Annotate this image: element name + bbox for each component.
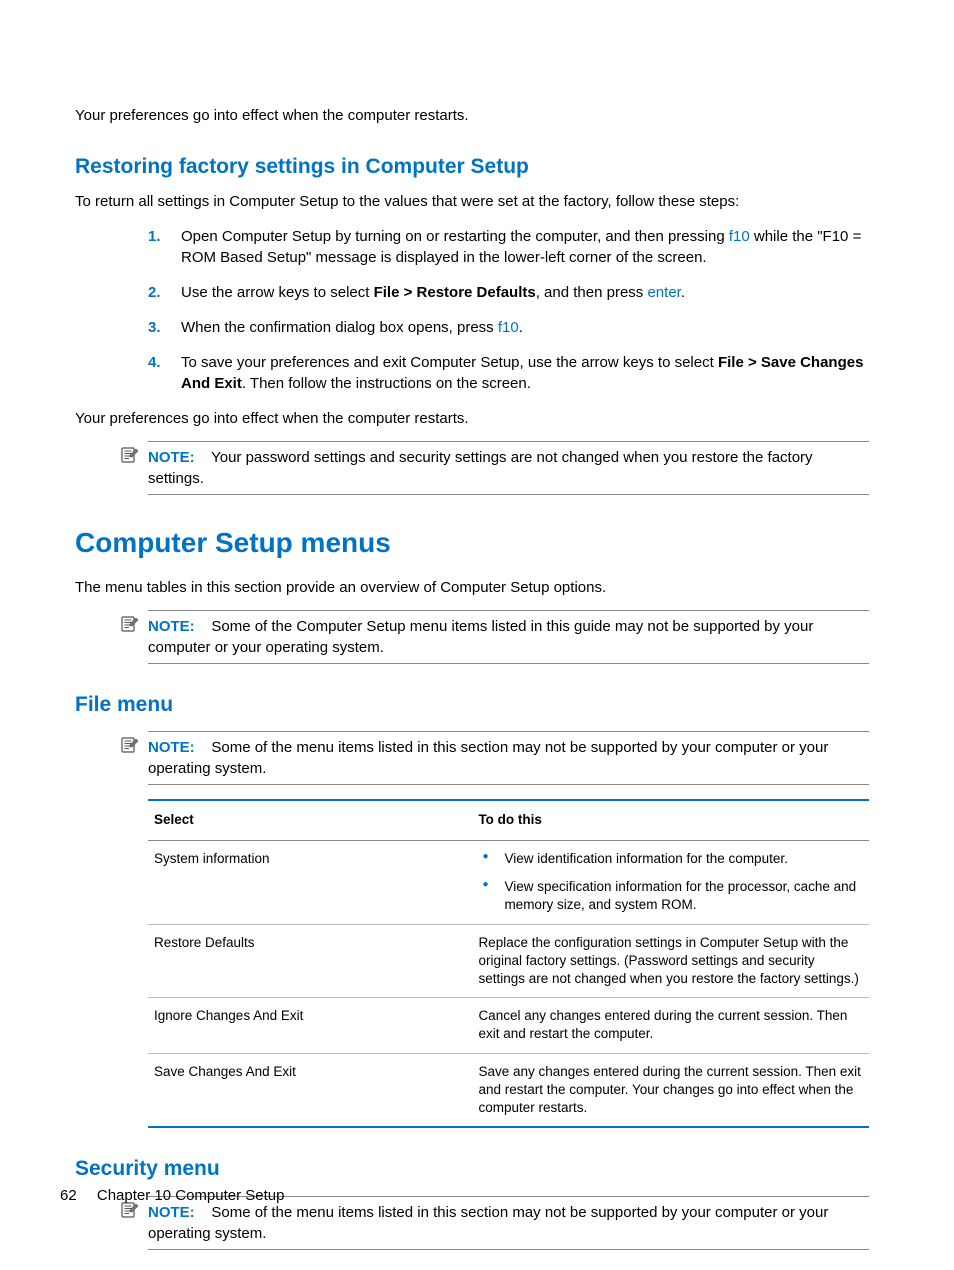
note-label: NOTE:: [148, 618, 195, 635]
cell-select: Save Changes And Exit: [148, 1053, 472, 1127]
note-restoring: NOTE: Your password settings and securit…: [148, 441, 869, 495]
table-row: Ignore Changes And ExitCancel any change…: [148, 998, 869, 1053]
list-item: View specification information for the p…: [478, 878, 863, 914]
step-number: 2.: [148, 282, 161, 303]
note-text: Your password settings and security sett…: [148, 449, 813, 487]
cell-action: View identification information for the …: [472, 840, 869, 924]
restoring-outro: Your preferences go into effect when the…: [75, 408, 869, 429]
note-text: Some of the menu items listed in this se…: [148, 739, 828, 777]
key-f10: f10: [729, 228, 750, 245]
step-text: Open Computer Setup by turning on or res…: [181, 228, 729, 245]
step-number: 1.: [148, 226, 161, 247]
heading-menus: Computer Setup menus: [75, 523, 869, 562]
cell-action: Replace the configuration settings in Co…: [472, 924, 869, 998]
key-f10: f10: [498, 319, 519, 336]
heading-file-menu: File menu: [75, 690, 869, 719]
page-footer: 62 Chapter 10 Computer Setup: [60, 1185, 284, 1206]
restoring-steps: 1. Open Computer Setup by turning on or …: [148, 226, 869, 394]
note-label: NOTE:: [148, 1204, 195, 1221]
bullet-list: View identification information for the …: [478, 850, 863, 915]
table-row: Save Changes And ExitSave any changes en…: [148, 1053, 869, 1127]
step-text: .: [681, 284, 685, 301]
table-row: System information View identification in…: [148, 840, 869, 924]
file-menu-table: Select To do this System informationView…: [148, 799, 869, 1128]
step-1: 1. Open Computer Setup by turning on or …: [148, 226, 869, 268]
key-enter: enter: [647, 284, 680, 301]
note-label: NOTE:: [148, 739, 195, 756]
note-text: Some of the menu items listed in this se…: [148, 1204, 828, 1242]
step-text: When the confirmation dialog box opens, …: [181, 319, 498, 336]
note-icon: [121, 737, 139, 759]
note-icon: [121, 616, 139, 638]
step-3: 3. When the confirmation dialog box open…: [148, 317, 869, 338]
menu-path: File > Restore Defaults: [374, 284, 536, 301]
table-header-action: To do this: [472, 800, 869, 840]
step-text: . Then follow the instructions on the sc…: [242, 375, 531, 392]
cell-select: Ignore Changes And Exit: [148, 998, 472, 1053]
cell-action: Save any changes entered during the curr…: [472, 1053, 869, 1127]
note-text: Some of the Computer Setup menu items li…: [148, 618, 813, 656]
note-file-menu: NOTE: Some of the menu items listed in t…: [148, 731, 869, 785]
table-header-select: Select: [148, 800, 472, 840]
step-text: Use the arrow keys to select: [181, 284, 374, 301]
table-row: Restore DefaultsReplace the configuratio…: [148, 924, 869, 998]
note-label: NOTE:: [148, 449, 195, 466]
cell-select: System information: [148, 840, 472, 924]
page-number: 62: [60, 1187, 77, 1204]
step-text: .: [519, 319, 523, 336]
intro-paragraph: Your preferences go into effect when the…: [75, 105, 869, 126]
step-4: 4. To save your preferences and exit Com…: [148, 352, 869, 394]
step-number: 4.: [148, 352, 161, 373]
heading-security-menu: Security menu: [75, 1154, 869, 1183]
step-text: To save your preferences and exit Comput…: [181, 354, 718, 371]
heading-restoring: Restoring factory settings in Computer S…: [75, 152, 869, 181]
step-number: 3.: [148, 317, 161, 338]
chapter-title: Chapter 10 Computer Setup: [97, 1187, 285, 1204]
restoring-intro: To return all settings in Computer Setup…: [75, 191, 869, 212]
cell-action: Cancel any changes entered during the cu…: [472, 998, 869, 1053]
note-menus: NOTE: Some of the Computer Setup menu it…: [148, 610, 869, 664]
list-item: View identification information for the …: [478, 850, 863, 868]
step-text: , and then press: [536, 284, 648, 301]
cell-select: Restore Defaults: [148, 924, 472, 998]
step-2: 2. Use the arrow keys to select File > R…: [148, 282, 869, 303]
menus-intro: The menu tables in this section provide …: [75, 577, 869, 598]
note-icon: [121, 447, 139, 469]
